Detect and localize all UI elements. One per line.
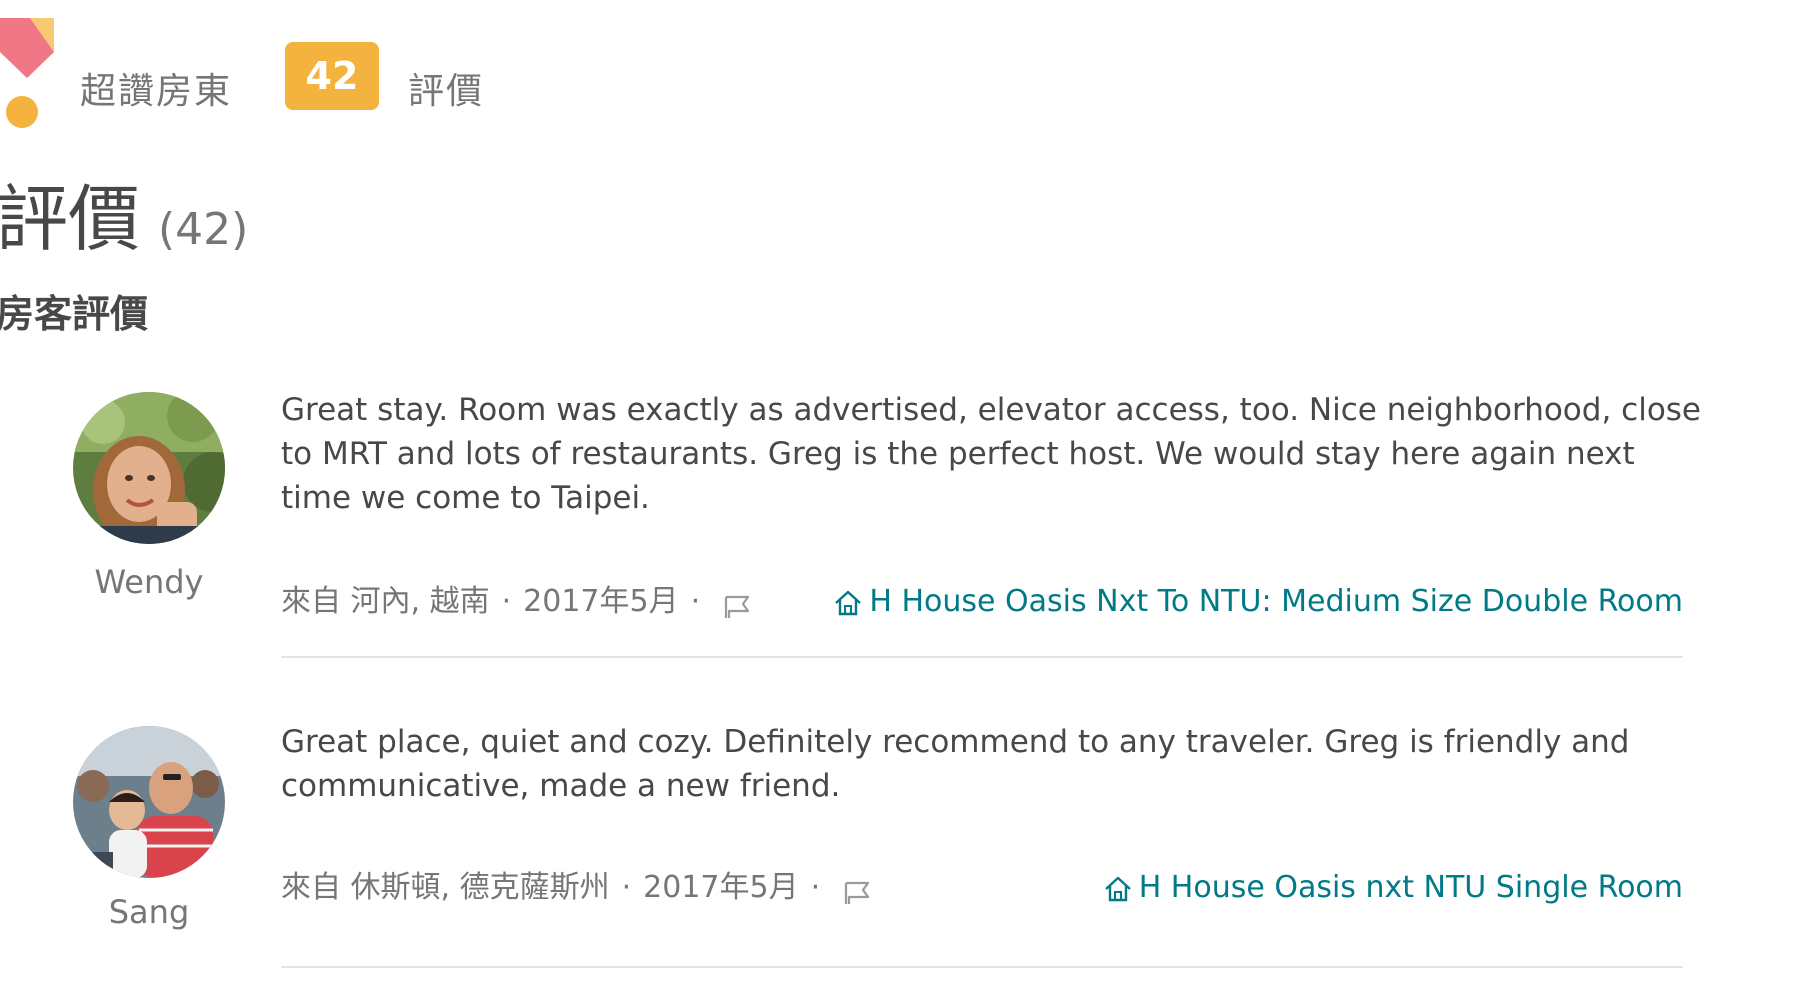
- home-icon: [833, 587, 863, 617]
- listing-link[interactable]: H House Oasis Nxt To NTU: Medium Size Do…: [833, 580, 1683, 624]
- superhost-label: 超讚房東: [80, 71, 233, 112]
- home-icon: [1103, 873, 1133, 903]
- review-divider: [281, 656, 1683, 658]
- review-meta: 來自 休斯頓, 德克薩斯州 · 2017年5月 · H House Oasis …: [281, 866, 1683, 910]
- review-count-badge: 42: [285, 42, 379, 110]
- review-item: Wendy Great stay. Room was exactly as ad…: [0, 380, 1800, 660]
- review-meta-left: 來自 休斯頓, 德克薩斯州 · 2017年5月 ·: [281, 866, 872, 910]
- superhost-medal-icon: [0, 18, 54, 130]
- avatar[interactable]: [73, 392, 225, 544]
- reviewer-location: 來自 休斯頓, 德克薩斯州: [281, 870, 610, 905]
- review-text: Great stay. Room was exactly as advertis…: [281, 392, 1702, 516]
- meta-separator: ·: [501, 584, 512, 619]
- reviews-label: 評價: [408, 71, 485, 112]
- meta-separator: ·: [810, 870, 821, 905]
- reviewer-name: Wendy: [94, 563, 204, 601]
- review-date: 2017年5月: [523, 584, 679, 619]
- reviewer-location: 來自 河內, 越南: [281, 584, 490, 619]
- avatar[interactable]: [73, 726, 225, 878]
- reviews-section-count: (42): [158, 204, 249, 255]
- listing-link[interactable]: H House Oasis nxt NTU Single Room: [1103, 866, 1683, 910]
- meta-separator: ·: [621, 870, 632, 905]
- review-divider: [281, 966, 1683, 968]
- reviews-section-title: 評價: [0, 177, 141, 261]
- listing-name[interactable]: H House Oasis nxt NTU Single Room: [1139, 866, 1683, 910]
- guest-reviews-heading: 房客評價: [0, 292, 149, 336]
- review-date: 2017年5月: [643, 870, 799, 905]
- review-item: Sang Great place, quiet and cozy. Defini…: [0, 712, 1800, 972]
- host-summary-strip: 超讚房東 42 評價: [0, 18, 600, 130]
- meta-separator: ·: [690, 584, 701, 619]
- review-meta: 來自 河內, 越南 · 2017年5月 · H House Oasis Nxt …: [281, 580, 1683, 624]
- review-text: Great place, quiet and cozy. Definitely …: [281, 724, 1630, 804]
- listing-name[interactable]: H House Oasis Nxt To NTU: Medium Size Do…: [869, 580, 1683, 624]
- flag-icon[interactable]: [842, 875, 872, 904]
- review-meta-left: 來自 河內, 越南 · 2017年5月 ·: [281, 580, 752, 624]
- reviewer-name: Sang: [108, 893, 190, 931]
- flag-icon[interactable]: [722, 589, 752, 618]
